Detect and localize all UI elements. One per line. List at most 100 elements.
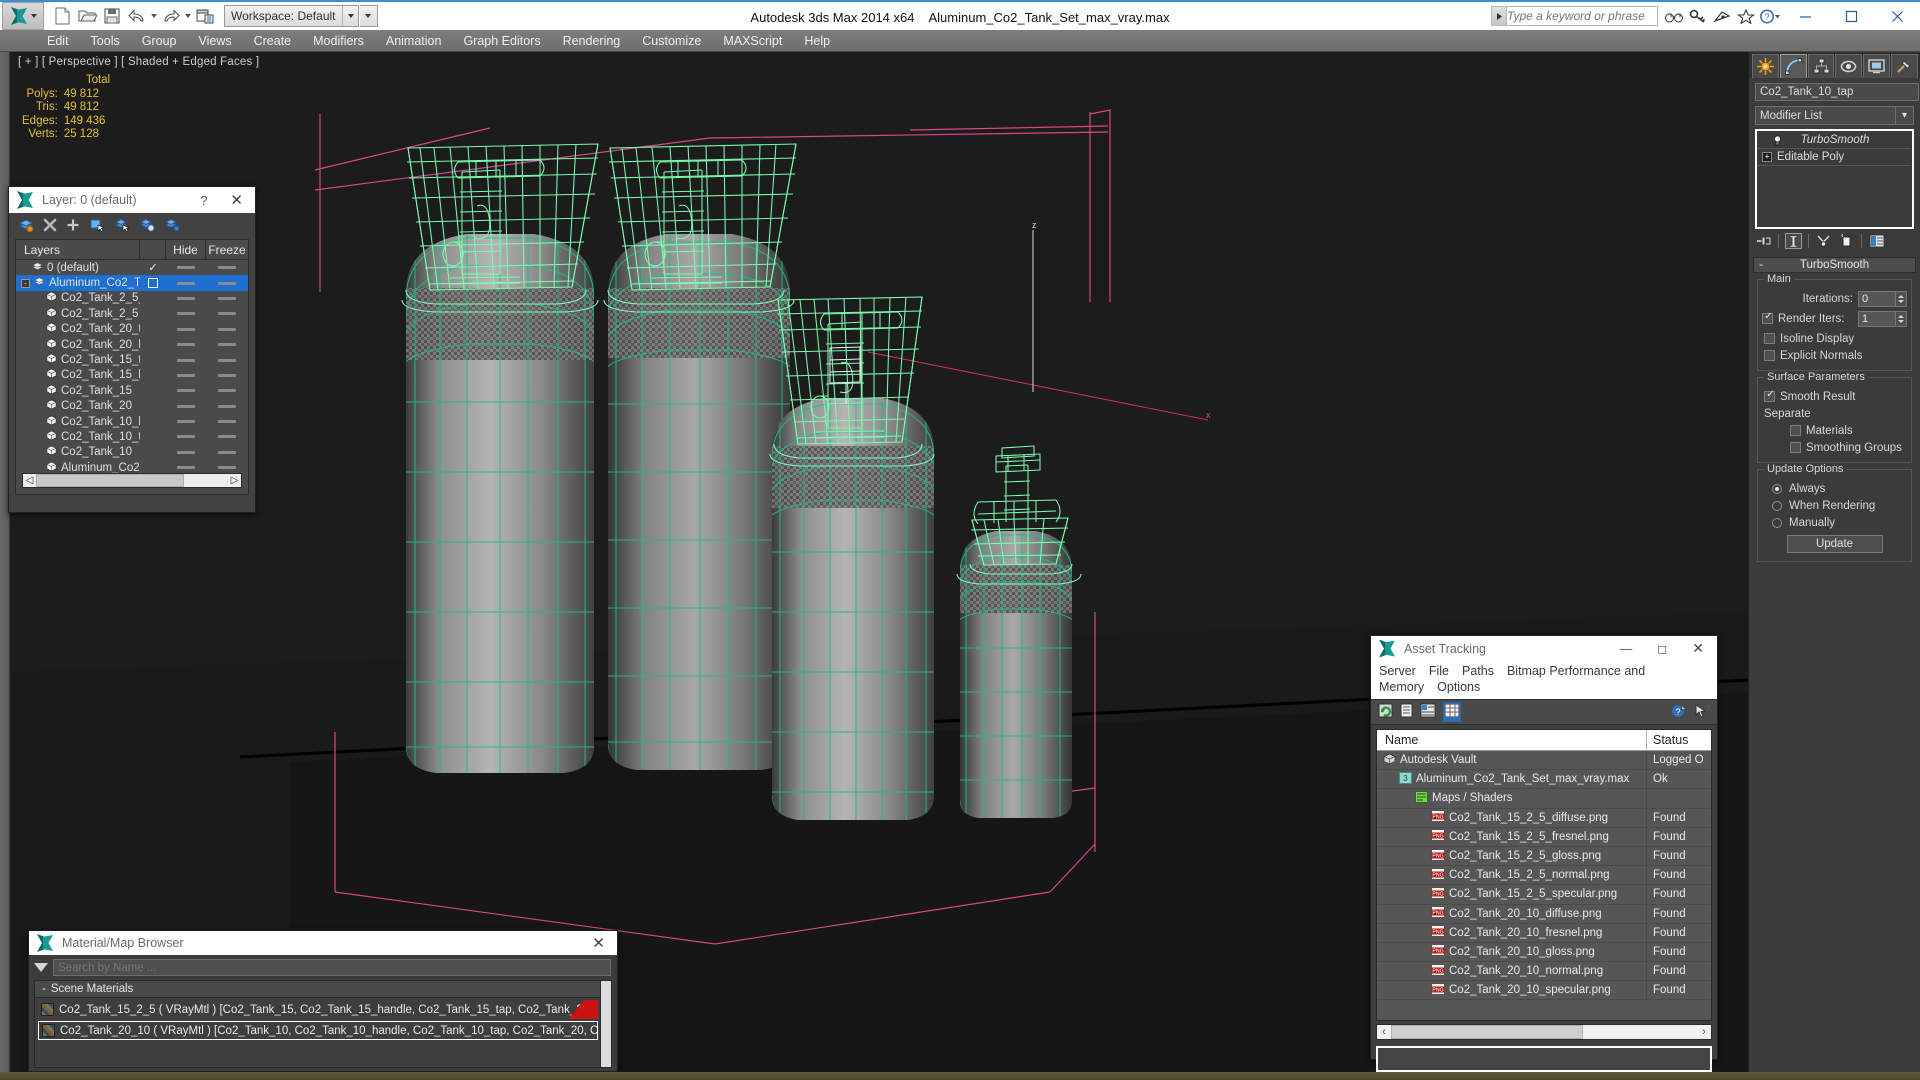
asset-horizontal-scrollbar[interactable]: ‹ › <box>1376 1024 1712 1040</box>
asset-row-name-cell[interactable]: PNG Co2_Tank_15_2_5_diffuse.png <box>1377 808 1647 827</box>
viewport-label[interactable]: [ + ] [ Perspective ] [ Shaded + Edged F… <box>18 56 259 68</box>
layer-row-name-cell[interactable]: Co2_Tank_10_handle <box>16 415 140 429</box>
scroll-right-icon[interactable]: ▷ <box>228 475 241 486</box>
layer-row[interactable]: Co2_Tank_15_tap <box>16 352 248 367</box>
layer-hide-cell[interactable] <box>166 312 206 316</box>
undo-icon[interactable] <box>125 4 149 28</box>
menu-server[interactable]: Server <box>1379 664 1416 678</box>
menu-customize[interactable]: Customize <box>631 30 712 52</box>
layer-hide-cell[interactable] <box>166 358 206 362</box>
asset-row[interactable]: PNG Co2_Tank_15_2_5_specular.png Found <box>1377 885 1711 905</box>
layer-row-name-cell[interactable]: 0 (default) <box>16 261 140 275</box>
asset-rows[interactable]: Autodesk Vault Logged O 3 Aluminum_Co2_Tank… <box>1377 751 1711 1001</box>
stack-item-turbosmooth[interactable]: TurboSmooth <box>1758 132 1911 149</box>
update-when-rendering-radio[interactable] <box>1772 500 1782 511</box>
close-icon[interactable]: ✕ <box>1683 640 1713 657</box>
asset-tracking-menubar[interactable]: Server File Paths Bitmap Performance and Me… <box>1371 661 1717 699</box>
update-manually-radio[interactable] <box>1772 517 1782 528</box>
scroll-left-icon[interactable]: ‹ <box>1377 1026 1391 1038</box>
menu-group[interactable]: Group <box>131 30 188 52</box>
layer-row[interactable]: Co2_Tank_20 <box>16 399 248 414</box>
layer-freeze-cell[interactable] <box>206 450 248 454</box>
modify-tab[interactable] <box>1779 54 1807 78</box>
menu-options[interactable]: Options <box>1437 680 1480 694</box>
isoline-display-checkbox[interactable] <box>1764 333 1775 344</box>
grid-view-icon[interactable] <box>1443 702 1461 722</box>
layer-manager-dialog[interactable]: Layer: 0 (default) ? ✕ Layers Hide Freez… <box>8 186 256 513</box>
menu-edit[interactable]: Edit <box>36 30 80 52</box>
layer-row[interactable]: Co2_Tank_20_handle <box>16 337 248 352</box>
undo-dropdown-icon[interactable] <box>151 14 157 18</box>
modifier-stack[interactable]: TurboSmooth + Editable Poly <box>1755 129 1914 229</box>
layer-freeze-cell[interactable] <box>206 266 248 270</box>
modifier-list-dropdown[interactable]: Modifier List ▾ <box>1755 106 1914 125</box>
layer-hide-cell[interactable] <box>166 466 206 470</box>
iterations-input[interactable] <box>1858 290 1896 307</box>
layer-hide-cell[interactable] <box>166 450 206 454</box>
chevron-down-icon[interactable]: ▾ <box>1895 107 1913 124</box>
layer-freeze-cell[interactable] <box>206 343 248 347</box>
asset-row-name-cell[interactable]: PNG Co2_Tank_20_10_normal.png <box>1377 962 1647 981</box>
matbrowser-vertical-scrollbar[interactable] <box>600 981 611 1067</box>
workspace-selector[interactable]: Workspace: Default <box>224 5 359 27</box>
refresh-icon[interactable] <box>1378 703 1393 721</box>
layer-row-name-cell[interactable]: Co2_Tank_20_tap <box>16 322 140 336</box>
layer-freeze-cell[interactable] <box>206 435 248 439</box>
layer-row[interactable]: Co2_Tank_10_handle <box>16 414 248 429</box>
light-bulb-icon[interactable] <box>1772 134 1783 146</box>
layer-row[interactable]: - Aluminum_Co2_Tank_Set <box>16 275 248 291</box>
key-icon[interactable] <box>1686 3 1710 29</box>
isoline-display-row[interactable]: Isoline Display <box>1762 330 1907 347</box>
layer-freeze-cell[interactable] <box>206 312 248 316</box>
utilities-tab[interactable] <box>1891 54 1918 78</box>
search-input[interactable] <box>1507 9 1657 23</box>
infocenter-search[interactable] <box>1491 6 1658 26</box>
application-button[interactable] <box>2 2 44 30</box>
menu-views[interactable]: Views <box>187 30 242 52</box>
set-project-folder-icon[interactable] <box>193 4 217 28</box>
asset-row-name-cell[interactable]: PNG Co2_Tank_20_10_specular.png <box>1377 981 1647 1000</box>
group-collapse-toggle[interactable]: - <box>42 983 46 995</box>
update-always-row[interactable]: Always <box>1762 480 1907 497</box>
layer-toolbar[interactable] <box>9 213 255 239</box>
explicit-normals-checkbox[interactable] <box>1764 350 1775 361</box>
asset-row-name-cell[interactable]: PNG Co2_Tank_15_2_5_fresnel.png <box>1377 827 1647 846</box>
menu-maxscript[interactable]: MAXScript <box>712 30 793 52</box>
separate-materials-row[interactable]: Materials <box>1762 422 1907 439</box>
modifier-stack-toolbar[interactable] <box>1749 229 1920 253</box>
layer-row-name-cell[interactable]: Co2_Tank_2_5_tap <box>16 291 140 305</box>
turbosmooth-rollup[interactable]: - TurboSmooth Main Iterations: Render It… <box>1753 257 1916 562</box>
layer-row-name-cell[interactable]: - Aluminum_Co2_Tank_Set <box>16 276 140 290</box>
asset-row[interactable]: PNG Co2_Tank_15_2_5_normal.png Found <box>1377 866 1711 886</box>
hierarchy-tab[interactable] <box>1807 54 1835 78</box>
layer-row-name-cell[interactable]: Aluminum_Co2_Tank_Set <box>16 461 140 474</box>
object-name-input[interactable] <box>1755 83 1919 101</box>
iterations-spinner-arrows[interactable] <box>1896 290 1907 307</box>
hide-unhide-icon[interactable] <box>164 217 180 235</box>
detail-view-icon[interactable] <box>1420 703 1436 721</box>
asset-row[interactable]: Maps / Shaders <box>1377 789 1711 809</box>
render-iters-checkbox[interactable] <box>1762 311 1774 324</box>
scrollbar-thumb[interactable] <box>36 474 184 487</box>
layer-hide-cell[interactable] <box>166 404 206 408</box>
menu-paths[interactable]: Paths <box>1462 664 1494 678</box>
smooth-result-row[interactable]: Smooth Result <box>1762 388 1907 405</box>
command-panel[interactable]: Modifier List ▾ TurboSmooth + Editable P… <box>1748 52 1920 1072</box>
layer-dialog-titlebar[interactable]: Layer: 0 (default) ? ✕ <box>9 187 255 213</box>
menu-modifiers[interactable]: Modifiers <box>302 30 375 52</box>
asset-row[interactable]: 3 Aluminum_Co2_Tank_Set_max_vray.max Ok <box>1377 770 1711 790</box>
layer-horizontal-scrollbar[interactable]: ◁ ▷ <box>22 473 242 488</box>
layer-row[interactable]: Co2_Tank_2_5 <box>16 306 248 321</box>
asset-row[interactable]: PNG Co2_Tank_20_10_fresnel.png Found <box>1377 923 1711 943</box>
layer-row-name-cell[interactable]: Co2_Tank_2_5 <box>16 307 140 321</box>
asset-row[interactable]: PNG Co2_Tank_20_10_diffuse.png Found <box>1377 904 1711 924</box>
help-question-icon[interactable]: ? <box>1671 703 1688 721</box>
expander-toggle[interactable]: - <box>21 278 30 288</box>
render-iters-spinner-arrows[interactable] <box>1896 310 1907 327</box>
layer-hide-cell[interactable] <box>166 281 206 285</box>
menu-help[interactable]: Help <box>793 30 841 52</box>
maximize-icon[interactable] <box>1828 2 1874 30</box>
menu-tools[interactable]: Tools <box>80 30 131 52</box>
matbrowser-list[interactable]: - Scene Materials Co2_Tank_15_2_5 ( VRay… <box>34 980 612 1068</box>
delete-layer-icon[interactable] <box>43 218 57 235</box>
